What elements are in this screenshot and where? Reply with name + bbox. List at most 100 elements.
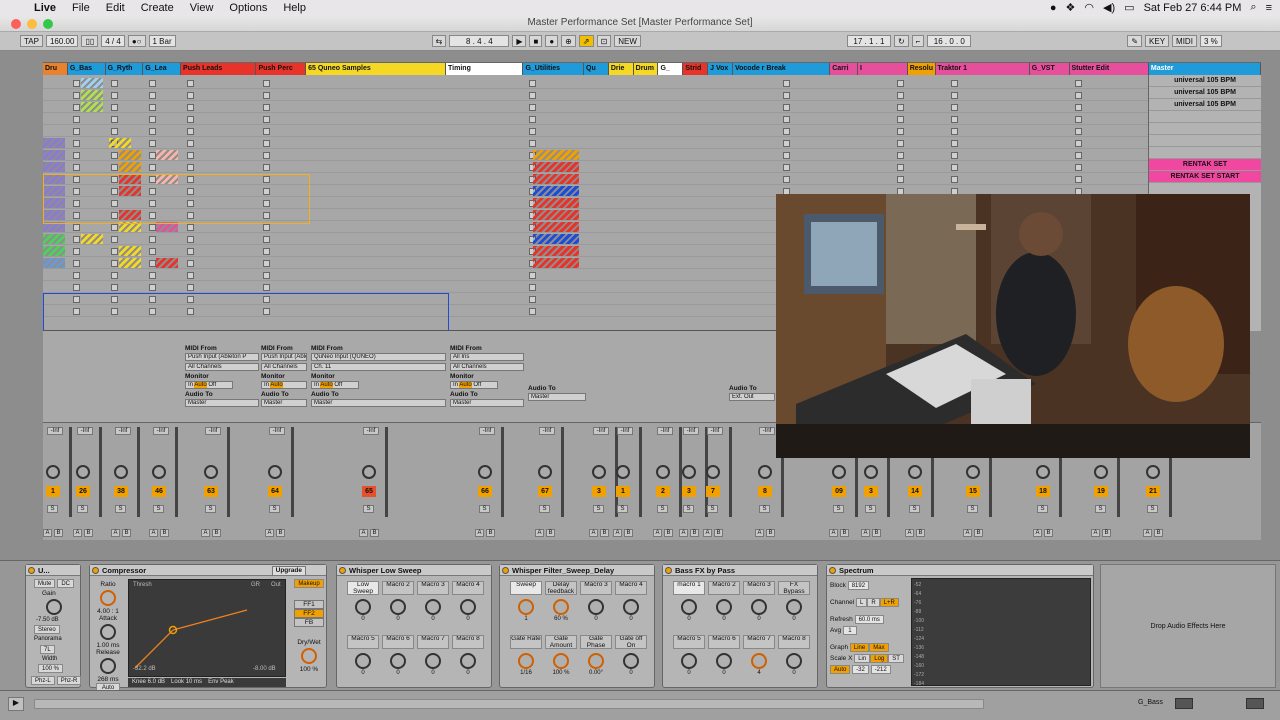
crossfade-b-button[interactable]: B: [1102, 529, 1111, 537]
solo-button[interactable]: S: [269, 505, 280, 513]
clip-stop-button[interactable]: [187, 164, 194, 171]
macro-label[interactable]: Macro 7: [417, 635, 449, 649]
crossfade-a-button[interactable]: A: [201, 529, 210, 537]
clip-stop-button[interactable]: [111, 224, 118, 231]
crossfade-b-button[interactable]: B: [974, 529, 983, 537]
phase-right-button[interactable]: Phz-R: [56, 676, 82, 685]
clip-stop-button[interactable]: [73, 80, 80, 87]
clip-slot[interactable]: [533, 198, 579, 208]
clip-stop-button[interactable]: [1075, 152, 1082, 159]
song-position-field[interactable]: 8 . 4 . 4: [449, 35, 510, 47]
auto-range-button[interactable]: Auto: [830, 665, 851, 674]
menu-help[interactable]: Help: [275, 2, 314, 14]
macro-knob[interactable]: [355, 599, 371, 615]
clip-stop-button[interactable]: [73, 260, 80, 267]
clip-stop-button[interactable]: [897, 104, 904, 111]
clip-stop-button[interactable]: [529, 284, 536, 291]
macro-knob[interactable]: [623, 653, 639, 669]
clip-stop-button[interactable]: [149, 224, 156, 231]
macro-label[interactable]: Gate off On: [615, 635, 647, 649]
track-header[interactable]: Timing: [446, 63, 524, 75]
clip-stop-button[interactable]: [529, 104, 536, 111]
solo-button[interactable]: S: [479, 505, 490, 513]
macro-label[interactable]: Macro 5: [673, 635, 705, 649]
track-header[interactable]: Push Perc: [256, 63, 307, 75]
crossfade-a-button[interactable]: A: [905, 529, 914, 537]
clip-stop-button[interactable]: [263, 248, 270, 255]
clip-stop-button[interactable]: [263, 128, 270, 135]
compressor-transfer-display[interactable]: Thresh GR Out -32.2 dB -8.00 dB: [128, 579, 286, 677]
clip-stop-button[interactable]: [951, 104, 958, 111]
clip-stop-button[interactable]: [73, 152, 80, 159]
zoom-window-button[interactable]: [43, 19, 53, 29]
solo-button[interactable]: S: [47, 505, 58, 513]
macro-knob[interactable]: [751, 599, 767, 615]
clip-stop-button[interactable]: [783, 140, 790, 147]
ff1-button[interactable]: FF1: [294, 600, 324, 609]
volume-field[interactable]: -Inf: [153, 427, 169, 435]
audio-to-select[interactable]: Master: [311, 399, 446, 407]
pan-knob[interactable]: [1094, 465, 1108, 479]
close-window-button[interactable]: [11, 19, 21, 29]
wifi-icon[interactable]: ◠: [1084, 1, 1094, 14]
overdub-button[interactable]: ⊕: [561, 35, 576, 47]
track-activator[interactable]: 1: [46, 486, 60, 497]
track-activator[interactable]: 65: [362, 486, 376, 497]
pan-knob[interactable]: [832, 465, 846, 479]
solo-button[interactable]: S: [115, 505, 126, 513]
clip-stop-button[interactable]: [111, 104, 118, 111]
crossfade-a-button[interactable]: A: [265, 529, 274, 537]
clip-stop-button[interactable]: [529, 272, 536, 279]
range-low-field[interactable]: -32: [852, 665, 869, 674]
clip-stop-button[interactable]: [529, 80, 536, 87]
clip-stop-button[interactable]: [951, 92, 958, 99]
clip-device-toggle[interactable]: [1246, 698, 1264, 709]
new-button[interactable]: NEW: [614, 35, 641, 47]
monitor-switch[interactable]: In Auto Off: [311, 381, 359, 389]
width-field[interactable]: 100 %: [38, 664, 64, 673]
clip-stop-button[interactable]: [111, 152, 118, 159]
track-header[interactable]: G_VST: [1029, 63, 1070, 75]
crossfade-b-button[interactable]: B: [370, 529, 379, 537]
pan-knob[interactable]: [656, 465, 670, 479]
crossfade-b-button[interactable]: B: [122, 529, 131, 537]
clip-slot[interactable]: [533, 150, 579, 160]
nudge-down-button[interactable]: ▯▯: [81, 35, 99, 47]
clip-stop-button[interactable]: [187, 92, 194, 99]
solo-button[interactable]: S: [153, 505, 164, 513]
macro-knob[interactable]: [553, 599, 569, 615]
graph-line-button[interactable]: Line: [849, 643, 870, 652]
crossfade-b-button[interactable]: B: [160, 529, 169, 537]
clip-slot[interactable]: [119, 246, 141, 256]
track-header[interactable]: Resolu: [907, 63, 936, 75]
solo-button[interactable]: S: [865, 505, 876, 513]
pan-knob[interactable]: [478, 465, 492, 479]
clip-stop-button[interactable]: [897, 176, 904, 183]
macro-label[interactable]: Gate Amount: [545, 635, 577, 649]
clip-stop-button[interactable]: [897, 92, 904, 99]
track-header[interactable]: I: [858, 63, 908, 75]
macro-label[interactable]: Macro 4: [452, 581, 484, 595]
clip-stop-button[interactable]: [149, 164, 156, 171]
clip-stop-button[interactable]: [73, 236, 80, 243]
scene-launch[interactable]: universal 105 BPM: [1149, 87, 1261, 99]
search-icon[interactable]: ⌕: [1250, 1, 1256, 14]
clip-slot[interactable]: [156, 150, 178, 160]
spectrum-title[interactable]: Spectrum: [827, 565, 1093, 576]
audio-to-select[interactable]: Master: [450, 399, 524, 407]
clip-stop-button[interactable]: [263, 260, 270, 267]
clip-stop-button[interactable]: [187, 104, 194, 111]
punch-in-button[interactable]: ⌐: [911, 35, 925, 47]
menu-app[interactable]: Live: [26, 2, 64, 14]
clip-slot[interactable]: [533, 210, 579, 220]
macro-label[interactable]: Macro 2: [382, 581, 414, 595]
track-activator[interactable]: 3: [592, 486, 606, 497]
graph-max-button[interactable]: Max: [869, 643, 889, 652]
clip-slot[interactable]: [43, 138, 65, 148]
clip-stop-button[interactable]: [187, 260, 194, 267]
clip-stop-button[interactable]: [73, 128, 80, 135]
macro-knob[interactable]: [460, 599, 476, 615]
clip-slot[interactable]: [81, 234, 103, 244]
track-header[interactable]: Vocode r Break: [732, 63, 831, 75]
drop-zone[interactable]: Drop Audio Effects Here: [1100, 564, 1276, 688]
